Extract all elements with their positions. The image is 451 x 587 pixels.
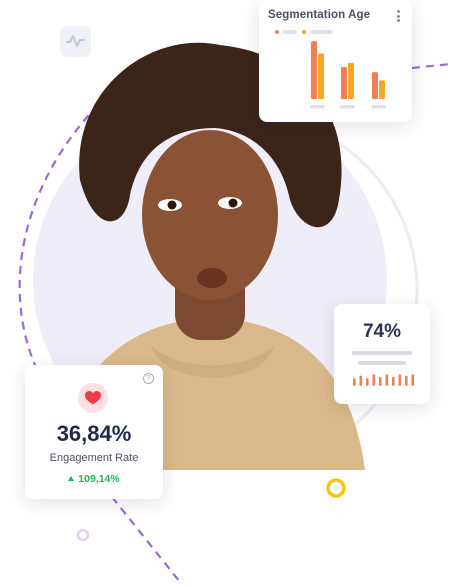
mini-bar-9 [405, 375, 408, 386]
mini-bar-3 [366, 378, 369, 386]
dashed-line-right [411, 62, 451, 70]
heart-icon [85, 391, 101, 405]
mini-bar-5 [379, 376, 382, 386]
age-bar-1-series-2 [318, 53, 324, 99]
mini-bar-8 [398, 374, 402, 386]
segmentation-age-card: Segmentation Age [259, 0, 412, 122]
age-tick-label-placeholder-1 [310, 105, 325, 109]
engagement-value: 36,84% [56, 421, 132, 446]
heart-icon-badge [78, 383, 108, 413]
mini-bar-1 [353, 378, 356, 386]
yellow-ring [326, 478, 346, 498]
engagement-change: 109,14% [25, 473, 163, 485]
engagement-label: Engagement Rate [49, 452, 139, 464]
age-tick-label-placeholder-3 [371, 105, 386, 109]
trend-up-icon [68, 476, 75, 481]
age-bar-2-series-1 [341, 66, 347, 99]
mini-bar-4 [372, 374, 376, 386]
age-bar-3-series-2 [379, 80, 385, 99]
age-bar-1-series-1 [311, 41, 317, 99]
age-bar-3-series-1 [372, 72, 378, 99]
help-icon[interactable]: ? [143, 373, 154, 384]
percent-card: 74% [334, 304, 430, 404]
age-tick-label-placeholder-2 [340, 105, 355, 109]
small-lavender-ring [76, 528, 90, 542]
segmentation-age-chart [310, 41, 386, 109]
age-bar-2-series-2 [348, 62, 354, 99]
percent-mini-bars [353, 374, 415, 386]
activity-pulse-icon [60, 26, 91, 57]
engagement-rate-card: ? 36,84% Engagement Rate 109,14% [25, 365, 163, 499]
mini-bar-10 [411, 374, 415, 386]
engagement-change-value: 109,14% [78, 473, 120, 485]
mini-bar-2 [359, 375, 363, 386]
dashed-line-bottom [111, 496, 181, 583]
pulse-glyph [66, 35, 85, 47]
mini-bar-7 [392, 376, 395, 386]
mini-bar-6 [385, 374, 389, 386]
